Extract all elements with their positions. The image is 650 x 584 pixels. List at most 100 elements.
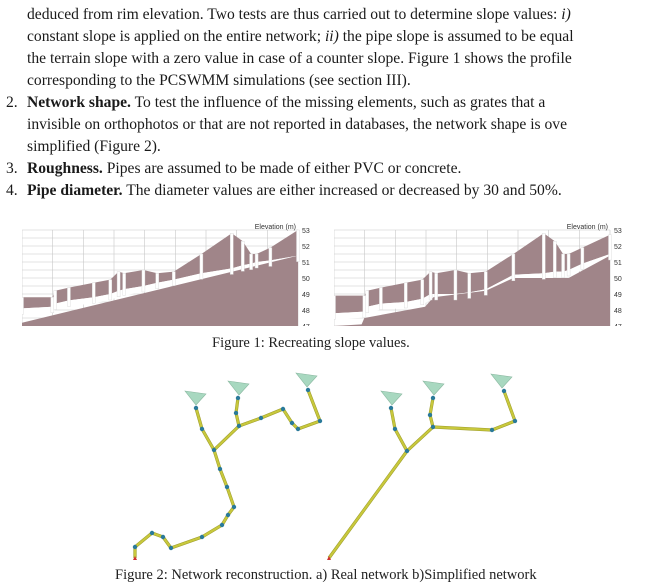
paragraph-line-1: deduced from rim elevation. Two tests ar… — [27, 5, 571, 25]
list-item-title: Roughness. — [27, 160, 103, 177]
y-tick-label: 49 — [302, 292, 310, 299]
junction-node — [489, 427, 495, 433]
manhole — [362, 295, 367, 318]
text: the pipe slope is assumed to be equal — [338, 28, 574, 45]
list-number: 3. — [6, 160, 18, 177]
y-axis-label: Elevation (m) — [567, 224, 608, 231]
junction-node — [224, 484, 230, 490]
pipe-simplified-main — [328, 450, 408, 559]
inlet-triangle — [490, 373, 513, 389]
inlet-triangle — [227, 380, 250, 396]
manhole — [249, 253, 253, 270]
junction-node — [305, 387, 311, 393]
pipe-simplified-branch-3-outline — [432, 390, 517, 432]
list-item-title: Pipe diameter. — [27, 182, 123, 199]
manhole — [116, 271, 121, 297]
list-number: 2. — [6, 94, 18, 111]
text: constant slope is applied on the entire … — [27, 28, 325, 45]
junction-node — [132, 544, 138, 550]
junction-node — [430, 424, 436, 430]
junction-node — [404, 448, 410, 454]
manhole — [199, 253, 204, 280]
paragraph-line-3: the terrain slope with a zero value in c… — [27, 50, 572, 67]
y-tick-label: 52 — [614, 244, 622, 251]
manhole — [561, 253, 565, 278]
figure-1-caption: Figure 1: Recreating slope values. — [212, 335, 410, 351]
pipe-real-branch-1 — [194, 407, 215, 451]
manhole — [254, 253, 259, 269]
manhole — [404, 282, 408, 309]
inlet-triangle — [380, 390, 403, 406]
manhole — [453, 269, 458, 301]
italic-text: i) — [561, 6, 571, 23]
y-tick-label: 51 — [614, 260, 622, 267]
junction-node — [295, 426, 301, 432]
y-tick-label: 48 — [614, 308, 622, 315]
y-tick-label: 51 — [302, 260, 310, 267]
junction-node — [388, 405, 394, 411]
y-tick-label: 50 — [614, 276, 622, 283]
inlet-triangle — [295, 372, 318, 388]
text: Pipes are assumed to be made of either P… — [102, 160, 462, 177]
junction-node — [280, 406, 286, 412]
manhole — [420, 279, 425, 305]
manhole — [53, 290, 57, 310]
junction-node — [217, 466, 223, 472]
y-tick-label: 47 — [302, 324, 310, 326]
junction-node — [199, 534, 205, 540]
y-tick-label: 49 — [614, 292, 622, 299]
pipe-simplified-branch-2-outline — [405, 397, 435, 453]
manhole — [467, 273, 471, 299]
junction-node — [168, 545, 174, 551]
y-tick-label: 47 — [614, 324, 622, 326]
manhole — [566, 253, 571, 277]
manhole — [542, 232, 546, 280]
list-number: 4. — [6, 182, 18, 199]
junction-node — [211, 447, 217, 453]
manhole — [580, 247, 585, 270]
list-item-title: Network shape. — [27, 94, 131, 111]
manhole — [230, 232, 234, 275]
pipe-simplified-branch-2 — [406, 397, 435, 452]
junction-node — [233, 410, 239, 416]
junction-node — [258, 415, 264, 421]
pipe-real-branch-2 — [213, 397, 241, 451]
y-tick-label: 53 — [614, 228, 622, 235]
list-item-network-shape: Network shape. To test the influence of … — [27, 93, 545, 113]
junction-node — [501, 388, 507, 394]
junction-node — [430, 395, 436, 401]
manhole — [511, 253, 516, 281]
manhole — [67, 287, 71, 307]
junction-node — [235, 395, 241, 401]
y-tick-label: 52 — [302, 244, 310, 251]
manhole — [334, 295, 336, 320]
y-tick-label: 48 — [302, 308, 310, 315]
manhole — [141, 269, 146, 293]
list-item-pipe-diameter: Pipe diameter. The diameter values are e… — [27, 181, 562, 201]
list-item-line: invisible on orthophotos or that are not… — [27, 116, 568, 133]
inlet-triangle — [422, 380, 445, 396]
network-diagram — [132, 372, 518, 560]
manhole — [553, 241, 557, 278]
junction-node — [317, 418, 323, 424]
manhole — [434, 273, 438, 301]
manhole — [428, 271, 433, 301]
junction-node — [236, 423, 242, 429]
y-tick-label: 50 — [302, 276, 310, 283]
junction-node — [231, 504, 237, 510]
text: deduced from rim elevation. Two tests ar… — [27, 6, 562, 23]
list-item-line: simplified (Figure 2). — [27, 138, 161, 155]
manhole — [155, 273, 159, 290]
paragraph-line-2: constant slope is applied on the entire … — [27, 27, 574, 47]
manhole — [22, 296, 24, 315]
manhole — [241, 241, 245, 272]
figure-2-caption: Figure 2: Network reconstruction. a) Rea… — [115, 567, 537, 583]
manhole — [365, 290, 369, 314]
junction-node — [512, 418, 518, 424]
text: To test the influence of the missing ele… — [130, 94, 546, 111]
junction-node — [160, 534, 166, 540]
junction-node — [219, 522, 225, 528]
manhole — [92, 282, 96, 304]
elevation-profile-chart-b: 47 48 49 50 51 52 53 Elevation (m) — [334, 224, 622, 326]
outlet-marker — [133, 556, 137, 560]
